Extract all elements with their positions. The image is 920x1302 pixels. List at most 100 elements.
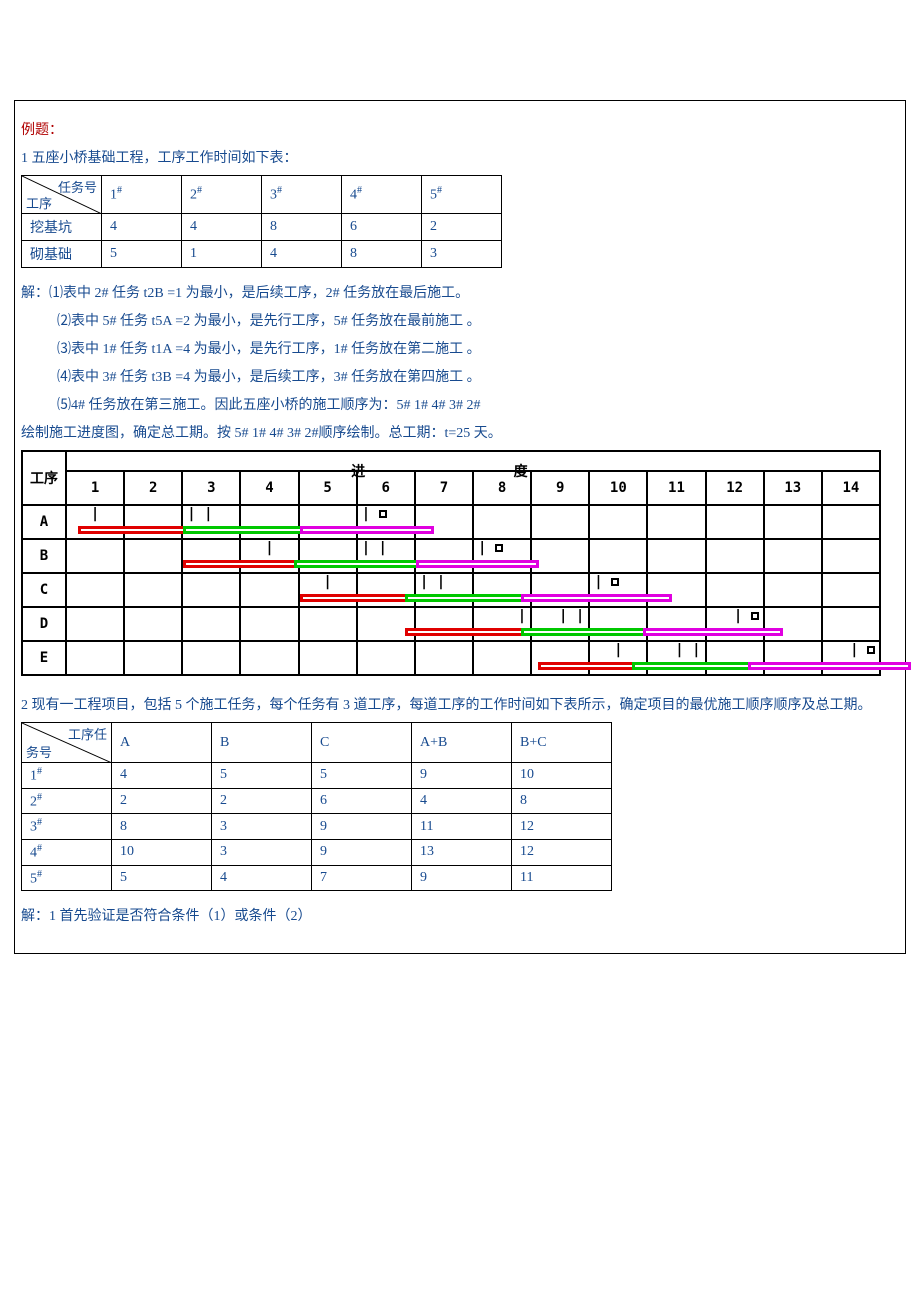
gantt-col: 11 xyxy=(647,471,705,505)
table-row: 任务号 工序 1# 2# 3# 4# 5# xyxy=(22,176,502,214)
tick-mark: | xyxy=(478,541,503,555)
gantt-corner: 工序 xyxy=(22,451,66,505)
tick-mark: | | xyxy=(420,575,445,589)
col-header: 2# xyxy=(182,176,262,214)
cell: 5 xyxy=(112,865,212,891)
table-row: 砌基础 5 1 4 8 3 xyxy=(22,241,502,268)
gantt-row-c: C | | | | xyxy=(22,573,880,607)
row-label: 4# xyxy=(22,839,112,865)
col-header: B+C xyxy=(512,723,612,763)
cell: 7 xyxy=(312,865,412,891)
gantt-table: 工序 进 度 1 2 3 4 5 6 7 8 9 10 11 12 13 xyxy=(21,450,881,676)
col-header: C xyxy=(312,723,412,763)
table-row: 3# 8 3 9 11 12 xyxy=(22,814,612,840)
cell: 2 xyxy=(422,214,502,241)
cell: 8 xyxy=(512,788,612,814)
table-row: 1# 4 5 5 9 10 xyxy=(22,763,612,789)
cell: 3 xyxy=(422,241,502,268)
tick-mark: | xyxy=(323,575,331,589)
gantt-row-label: A xyxy=(22,505,66,539)
col-header: 5# xyxy=(422,176,502,214)
gantt-title-a: 进 xyxy=(351,461,365,481)
gantt-title: 进 度 xyxy=(66,451,880,471)
cell: 4 xyxy=(412,788,512,814)
row-label: 砌基础 xyxy=(22,241,102,268)
gantt-row-label: E xyxy=(22,641,66,675)
diag-top: 任务号 xyxy=(58,177,97,196)
cell: 4 xyxy=(112,763,212,789)
cell: 4 xyxy=(212,865,312,891)
cell: 9 xyxy=(412,763,512,789)
col-header: 3# xyxy=(262,176,342,214)
row-label: 挖基坑 xyxy=(22,214,102,241)
tick-mark: | | xyxy=(362,541,387,555)
gantt-chart: 工序 进 度 1 2 3 4 5 6 7 8 9 10 11 12 13 xyxy=(21,450,899,676)
cell: 4 xyxy=(182,214,262,241)
gantt-col: 3 xyxy=(182,471,240,505)
cell: 6 xyxy=(312,788,412,814)
table-row: 4# 10 3 9 13 12 xyxy=(22,839,612,865)
tick-mark: | xyxy=(265,541,273,555)
gantt-col: 10 xyxy=(589,471,647,505)
tick-mark: | xyxy=(518,609,526,623)
gantt-col: 6 xyxy=(357,471,415,505)
cell: 5 xyxy=(212,763,312,789)
cell: 13 xyxy=(412,839,512,865)
cell: 2 xyxy=(112,788,212,814)
cell: 5 xyxy=(102,241,182,268)
cell: 8 xyxy=(112,814,212,840)
cell: 10 xyxy=(112,839,212,865)
cell: 5 xyxy=(312,763,412,789)
cell: 6 xyxy=(342,214,422,241)
solution-step-5: ⑸4# 任务放在第三施工。因此五座小桥的施工顺序为：5# 1# 4# 3# 2# xyxy=(57,394,899,414)
cell: 12 xyxy=(512,814,612,840)
table-row: 挖基坑 4 4 8 6 2 xyxy=(22,214,502,241)
col-header: A+B xyxy=(412,723,512,763)
gantt-row-e: E | | | | xyxy=(22,641,880,675)
gantt-row-b: B | | | | xyxy=(22,539,880,573)
gantt-cols-row: 1 2 3 4 5 6 7 8 9 10 11 12 13 14 xyxy=(22,471,880,505)
col-header: A xyxy=(112,723,212,763)
gantt-col: 1 xyxy=(66,471,124,505)
example-heading: 例题： xyxy=(21,119,899,139)
problem-2-intro: 2 现有一工程项目，包括 5 个施工任务，每个任务有 3 道工序，每道工序的工作… xyxy=(21,694,899,714)
cell: 9 xyxy=(312,814,412,840)
row-label: 2# xyxy=(22,788,112,814)
cell: 10 xyxy=(512,763,612,789)
gantt-col: 7 xyxy=(415,471,473,505)
diag-header: 工序任 务号 xyxy=(22,723,112,763)
gantt-col: 14 xyxy=(822,471,880,505)
cell: 11 xyxy=(512,865,612,891)
gantt-row-label: C xyxy=(22,573,66,607)
gantt-row-label: B xyxy=(22,539,66,573)
tick-mark: | xyxy=(734,609,759,623)
row-label: 1# xyxy=(22,763,112,789)
tick-mark: | xyxy=(594,575,619,589)
table-1: 任务号 工序 1# 2# 3# 4# 5# 挖基坑 4 4 8 6 2 砌基础 … xyxy=(21,175,502,268)
row-label: 5# xyxy=(22,865,112,891)
table-row: 2# 2 2 6 4 8 xyxy=(22,788,612,814)
table-row: 5# 5 4 7 9 11 xyxy=(22,865,612,891)
solution-step-4: ⑷表中 3# 任务 t3B =4 为最小，是后续工序，3# 任务放在第四施工 。 xyxy=(57,366,899,386)
cell: 4 xyxy=(262,241,342,268)
cell: 8 xyxy=(342,241,422,268)
solution-step-6: 绘制施工进度图，确定总工期。按 5# 1# 4# 3# 2#顺序绘制。总工期：t… xyxy=(21,422,899,442)
solution-step-2: ⑵表中 5# 任务 t5A =2 为最小，是先行工序，5# 任务放在最前施工 。 xyxy=(57,310,899,330)
table-row: 工序任 务号 A B C A+B B+C xyxy=(22,723,612,763)
cell: 8 xyxy=(262,214,342,241)
gantt-col: 9 xyxy=(531,471,589,505)
tick-mark: | xyxy=(614,643,622,657)
problem-1-intro: 1 五座小桥基础工程，工序工作时间如下表： xyxy=(21,147,899,167)
tick-mark: | | xyxy=(187,507,212,521)
solution-step-1: 解：⑴表中 2# 任务 t2B =1 为最小，是后续工序，2# 任务放在最后施工… xyxy=(21,282,899,302)
tick-mark: | | xyxy=(559,609,584,623)
cell: 3 xyxy=(212,814,312,840)
gantt-header-row: 工序 进 度 xyxy=(22,451,880,471)
gantt-col: 2 xyxy=(124,471,182,505)
gantt-col: 4 xyxy=(240,471,298,505)
cell: 9 xyxy=(312,839,412,865)
gantt-row-d: D | | | | xyxy=(22,607,880,641)
problem-2-solution: 解：1 首先验证是否符合条件（1）或条件（2） xyxy=(21,905,899,925)
diag-bot: 务号 xyxy=(26,742,52,761)
gantt-col: 5 xyxy=(299,471,357,505)
